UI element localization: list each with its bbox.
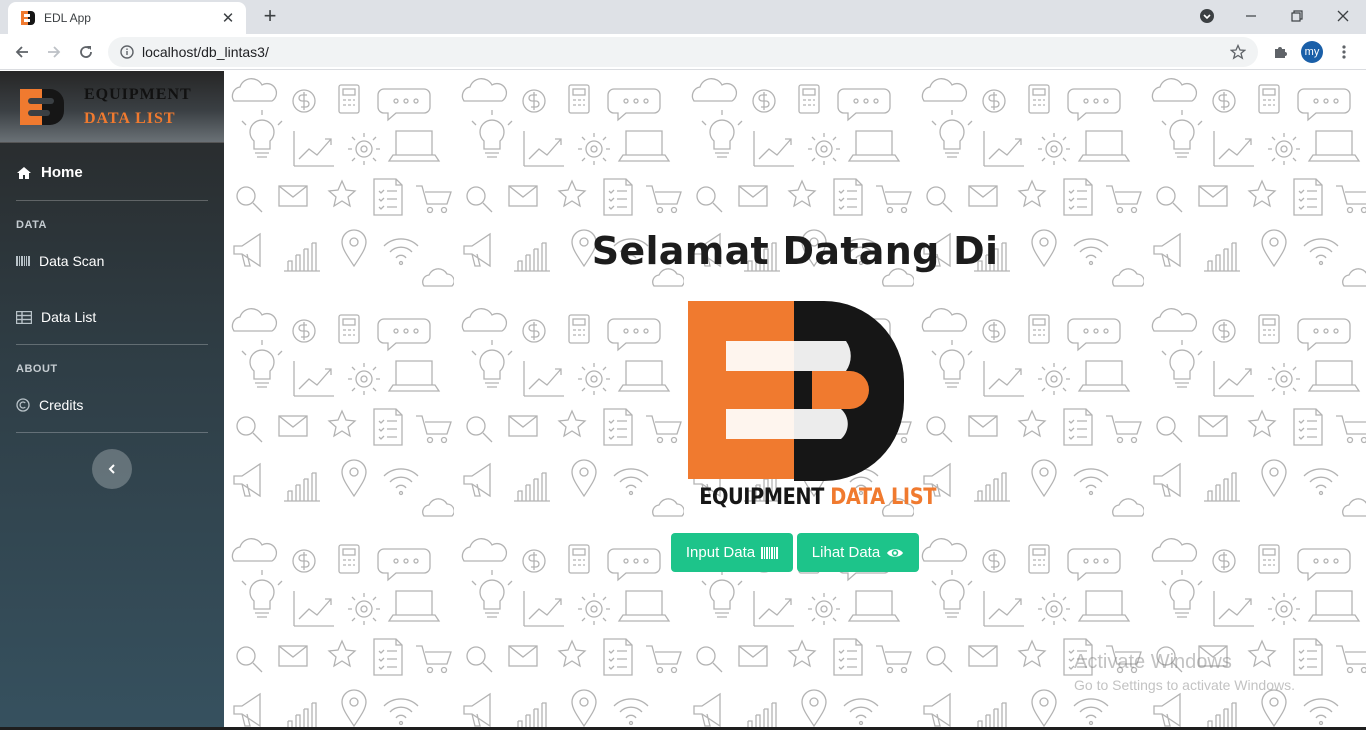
address-bar[interactable]: localhost/db_lintas3/ (108, 37, 1258, 67)
sidebar-divider (16, 344, 208, 345)
sidebar-item-label: Home (41, 164, 83, 181)
logo-caption-equipment: EQUIPMENT (699, 485, 824, 510)
chrome-menu-icon[interactable] (1332, 40, 1356, 64)
sidebar-heading-data: DATA (16, 219, 47, 231)
windows-activation-title: Activate Windows (1074, 651, 1232, 673)
barcode-icon (16, 256, 30, 266)
minimize-icon[interactable] (1228, 0, 1274, 32)
copyright-icon (16, 398, 30, 412)
sidebar-brand[interactable]: EQUIPMENT DATA LIST (0, 71, 224, 143)
main-content: Selamat Datang Di EQUIPMENT DATA LIST In… (224, 71, 1366, 730)
close-tab-icon[interactable]: ✕ (220, 9, 236, 27)
sidebar-item-credits[interactable]: Credits (16, 397, 83, 413)
sidebar-item-label: Data Scan (39, 253, 105, 269)
sidebar-heading-about: ABOUT (16, 363, 58, 375)
browser-toolbar: localhost/db_lintas3/ my (0, 34, 1366, 70)
logo-caption: EQUIPMENT DATA LIST (699, 485, 936, 510)
sidebar-toggle-button[interactable] (92, 449, 132, 489)
restore-icon[interactable] (1274, 0, 1320, 32)
barcode-icon (761, 546, 779, 559)
chevron-left-icon (108, 464, 115, 474)
sidebar-item-data-list[interactable]: Data List (16, 309, 96, 325)
brand-title-line1: EQUIPMENT (84, 85, 192, 103)
sidebar: EQUIPMENT DATA LIST Home DATA Data Scan … (0, 71, 224, 730)
profile-avatar[interactable]: my (1301, 41, 1323, 63)
new-tab-button[interactable]: + (259, 5, 281, 27)
eye-icon (886, 547, 904, 559)
edl-hero-logo-icon (688, 301, 904, 481)
close-window-icon[interactable] (1320, 0, 1366, 32)
logo-caption-data-list: DATA LIST (830, 485, 936, 510)
brand-title-line2: DATA LIST (84, 109, 176, 127)
edl-logo-icon (20, 88, 64, 125)
browser-tab-strip: EDL App ✕ + (0, 0, 1366, 34)
lihat-data-button[interactable]: Lihat Data (797, 533, 919, 572)
input-data-button[interactable]: Input Data (671, 533, 793, 572)
sidebar-item-data-scan[interactable]: Data Scan (16, 253, 104, 269)
bookmark-star-icon[interactable] (1230, 44, 1246, 60)
home-icon (17, 166, 31, 179)
sidebar-item-home[interactable]: Home (16, 164, 83, 181)
sidebar-divider (16, 200, 208, 201)
input-data-label: Input Data (685, 544, 756, 561)
browser-tab[interactable]: EDL App ✕ (8, 2, 246, 34)
back-icon[interactable] (10, 40, 34, 64)
table-icon (16, 310, 32, 324)
sidebar-item-label: Credits (39, 397, 84, 413)
lihat-data-label: Lihat Data (811, 544, 881, 561)
url-text: localhost/db_lintas3/ (142, 44, 269, 60)
tab-search-icon[interactable] (1184, 0, 1230, 32)
reload-icon[interactable] (74, 40, 98, 64)
extensions-puzzle-icon[interactable] (1268, 40, 1292, 64)
sidebar-divider (16, 432, 208, 433)
site-info-icon[interactable] (120, 45, 134, 59)
windows-activation-subtitle: Go to Settings to activate Windows. (1074, 677, 1295, 693)
forward-icon[interactable] (42, 40, 66, 64)
tab-title: EDL App (44, 11, 91, 25)
sidebar-item-label: Data List (41, 309, 97, 325)
edl-favicon-icon (21, 11, 35, 25)
welcome-heading: Selamat Datang Di (591, 229, 999, 273)
